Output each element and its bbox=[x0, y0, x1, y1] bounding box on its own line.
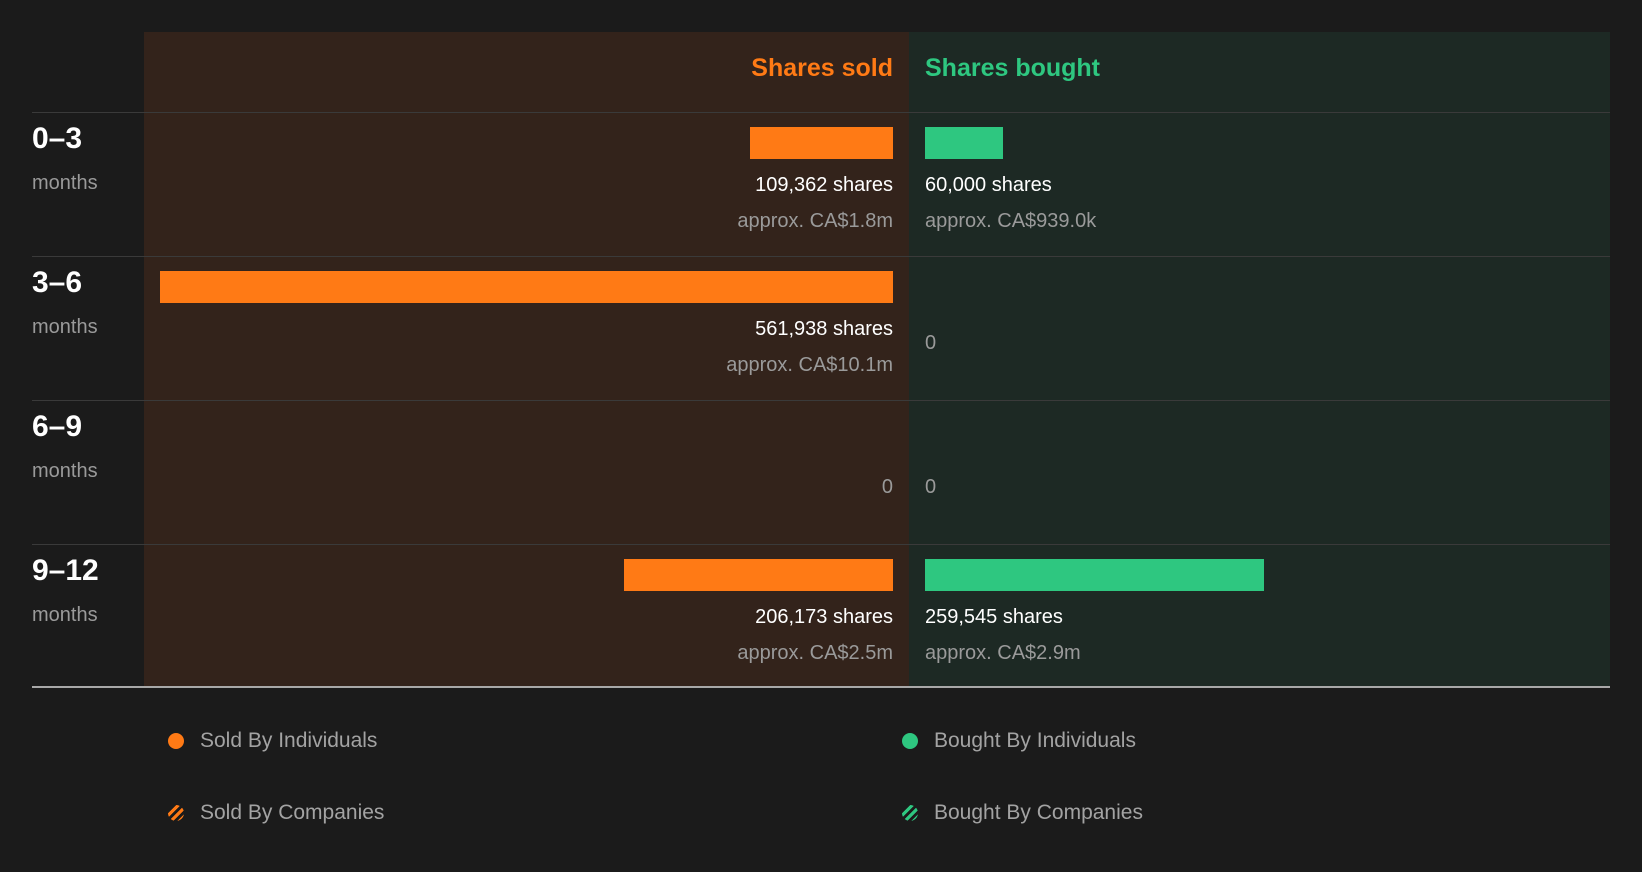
period-unit: months bbox=[32, 604, 98, 626]
legend-dot-icon bbox=[902, 733, 918, 749]
legend-label: Bought By Companies bbox=[934, 801, 1143, 824]
period-label: 9–12 bbox=[32, 554, 99, 587]
period-unit: months bbox=[32, 316, 98, 338]
legend-hatch-icon bbox=[168, 805, 184, 821]
legend-label: Sold By Companies bbox=[200, 801, 385, 824]
shares-sold-header: Shares sold bbox=[751, 54, 893, 82]
chart-baseline bbox=[32, 686, 1610, 688]
bought-shares-label: 60,000 shares bbox=[925, 174, 1052, 196]
period-row: 6–9 months 0 0 bbox=[0, 400, 1642, 544]
period-unit: months bbox=[32, 460, 98, 482]
period-row: 3–6 months 561,938 shares approx. CA$10.1m 0 bbox=[0, 256, 1642, 400]
insider-trading-chart: Shares sold Shares bought 0–3 months 109,3… bbox=[0, 0, 1642, 872]
legend-item: Sold By Companies bbox=[168, 801, 384, 825]
bought-bar bbox=[925, 127, 1004, 159]
sold-value-label: approx. CA$2.5m bbox=[737, 642, 893, 664]
period-label: 3–6 bbox=[32, 266, 83, 299]
period-unit: months bbox=[32, 172, 98, 194]
period-label: 6–9 bbox=[32, 410, 83, 443]
period-row: 0–3 months 109,362 shares approx. CA$1.8m 60… bbox=[0, 112, 1642, 256]
sold-bar bbox=[750, 127, 893, 159]
sold-value-label: approx. CA$1.8m bbox=[737, 210, 893, 232]
bought-shares-label: 0 bbox=[925, 332, 937, 354]
legend-item: Sold By Individuals bbox=[168, 729, 377, 753]
legend-item: Bought By Companies bbox=[902, 801, 1143, 825]
sold-shares-label: 561,938 shares bbox=[755, 318, 893, 340]
sold-value-label: approx. CA$10.1m bbox=[726, 354, 893, 376]
bought-value-label: approx. CA$2.9m bbox=[925, 642, 1081, 664]
bought-bar bbox=[925, 559, 1264, 591]
sold-bar bbox=[160, 271, 893, 303]
legend-dot-icon bbox=[168, 733, 184, 749]
sold-bar bbox=[624, 559, 893, 591]
legend-hatch-icon bbox=[902, 805, 918, 821]
sold-shares-label: 109,362 shares bbox=[755, 174, 893, 196]
sold-shares-label: 0 bbox=[881, 476, 893, 498]
period-row: 9–12 months 206,173 shares approx. CA$2.5m 2… bbox=[0, 544, 1642, 688]
bought-shares-label: 259,545 shares bbox=[925, 606, 1063, 628]
bought-shares-label: 0 bbox=[925, 476, 937, 498]
legend-item: Bought By Individuals bbox=[902, 729, 1136, 753]
period-label: 0–3 bbox=[32, 122, 83, 155]
sold-shares-label: 206,173 shares bbox=[755, 606, 893, 628]
legend-label: Sold By Individuals bbox=[200, 729, 378, 752]
bought-value-label: approx. CA$939.0k bbox=[925, 210, 1097, 232]
legend-label: Bought By Individuals bbox=[934, 729, 1136, 752]
shares-bought-header: Shares bought bbox=[925, 54, 1101, 82]
